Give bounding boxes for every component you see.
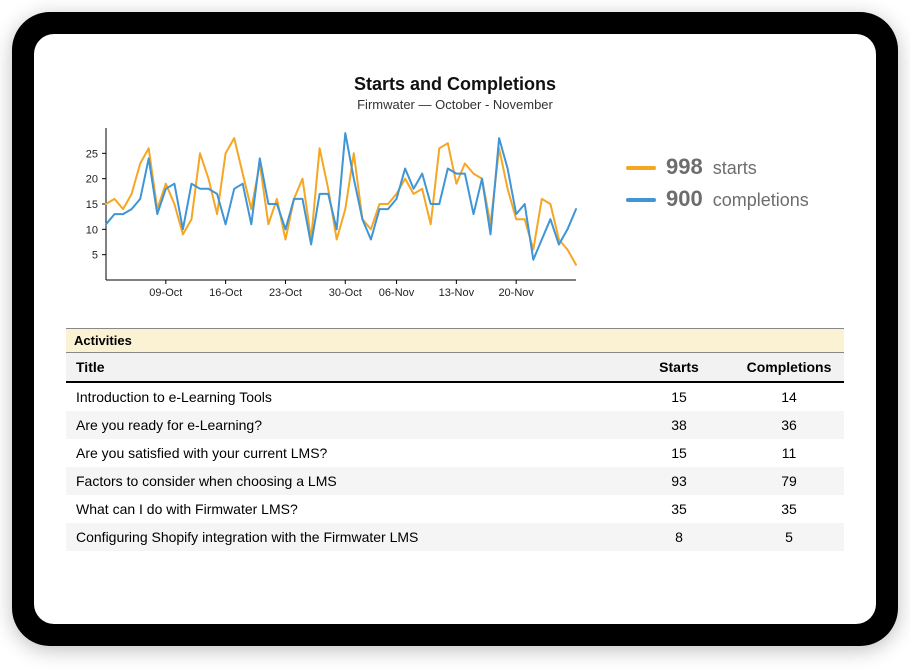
activities-section: Activities Title Starts Completions Intr… [66,328,844,551]
cell-title: What can I do with Firmwater LMS? [66,495,624,523]
table-row: Are you satisfied with your current LMS?… [66,439,844,467]
legend-starts-label: starts [713,158,757,179]
cell-completions: 35 [734,495,844,523]
activities-table: Title Starts Completions Introduction to… [66,353,844,551]
series-completions [106,133,576,260]
legend-completions: 900 completions [626,186,809,212]
cell-title: Configuring Shopify integration with the… [66,523,624,551]
svg-text:23-Oct: 23-Oct [269,287,302,299]
series-starts [106,138,576,265]
cell-completions: 14 [734,382,844,411]
svg-text:13-Nov: 13-Nov [439,287,475,299]
col-completions: Completions [734,353,844,382]
chart-area: 5 10 15 20 25 09-Oct 16-Oct 23-Oct 30-Oct 06-Nov 1… [66,118,586,308]
legend: 998 starts 900 completions [626,154,809,218]
cell-starts: 15 [624,439,734,467]
table-header-row: Title Starts Completions [66,353,844,382]
table-row: Introduction to e-Learning Tools1514 [66,382,844,411]
cell-title: Factors to consider when choosing a LMS [66,467,624,495]
cell-title: Are you ready for e-Learning? [66,411,624,439]
chart-title: Starts and Completions [66,74,844,95]
cell-completions: 5 [734,523,844,551]
cell-title: Are you satisfied with your current LMS? [66,439,624,467]
table-row: What can I do with Firmwater LMS?3535 [66,495,844,523]
screen: Starts and Completions Firmwater — Octob… [34,34,876,624]
swatch-completions [626,198,656,202]
chart-header: Starts and Completions Firmwater — Octob… [66,74,844,112]
table-row: Are you ready for e-Learning?3836 [66,411,844,439]
svg-text:20-Nov: 20-Nov [498,287,534,299]
svg-text:25: 25 [86,148,98,160]
svg-text:5: 5 [92,250,98,262]
cell-starts: 8 [624,523,734,551]
cell-completions: 11 [734,439,844,467]
svg-text:10: 10 [86,224,98,236]
svg-text:15: 15 [86,199,98,211]
swatch-starts [626,166,656,170]
line-chart: 5 10 15 20 25 09-Oct 16-Oct 23-Oct 30-Oct 06-Nov 1… [66,118,586,308]
cell-completions: 79 [734,467,844,495]
svg-text:16-Oct: 16-Oct [209,287,242,299]
cell-starts: 93 [624,467,734,495]
legend-starts-value: 998 [666,154,703,180]
legend-completions-label: completions [713,190,809,211]
chart-row: 5 10 15 20 25 09-Oct 16-Oct 23-Oct 30-Oct 06-Nov 1… [66,118,844,308]
activities-banner: Activities [66,328,844,353]
col-title: Title [66,353,624,382]
cell-completions: 36 [734,411,844,439]
table-row: Factors to consider when choosing a LMS9… [66,467,844,495]
svg-text:09-Oct: 09-Oct [149,287,182,299]
col-starts: Starts [624,353,734,382]
tablet-frame: Starts and Completions Firmwater — Octob… [12,12,898,646]
legend-completions-value: 900 [666,186,703,212]
table-row: Configuring Shopify integration with the… [66,523,844,551]
cell-starts: 35 [624,495,734,523]
cell-starts: 38 [624,411,734,439]
legend-starts: 998 starts [626,154,809,180]
svg-text:20: 20 [86,174,98,186]
chart-subtitle: Firmwater — October - November [66,97,844,112]
cell-starts: 15 [624,382,734,411]
svg-text:06-Nov: 06-Nov [379,287,415,299]
cell-title: Introduction to e-Learning Tools [66,382,624,411]
svg-text:30-Oct: 30-Oct [329,287,362,299]
